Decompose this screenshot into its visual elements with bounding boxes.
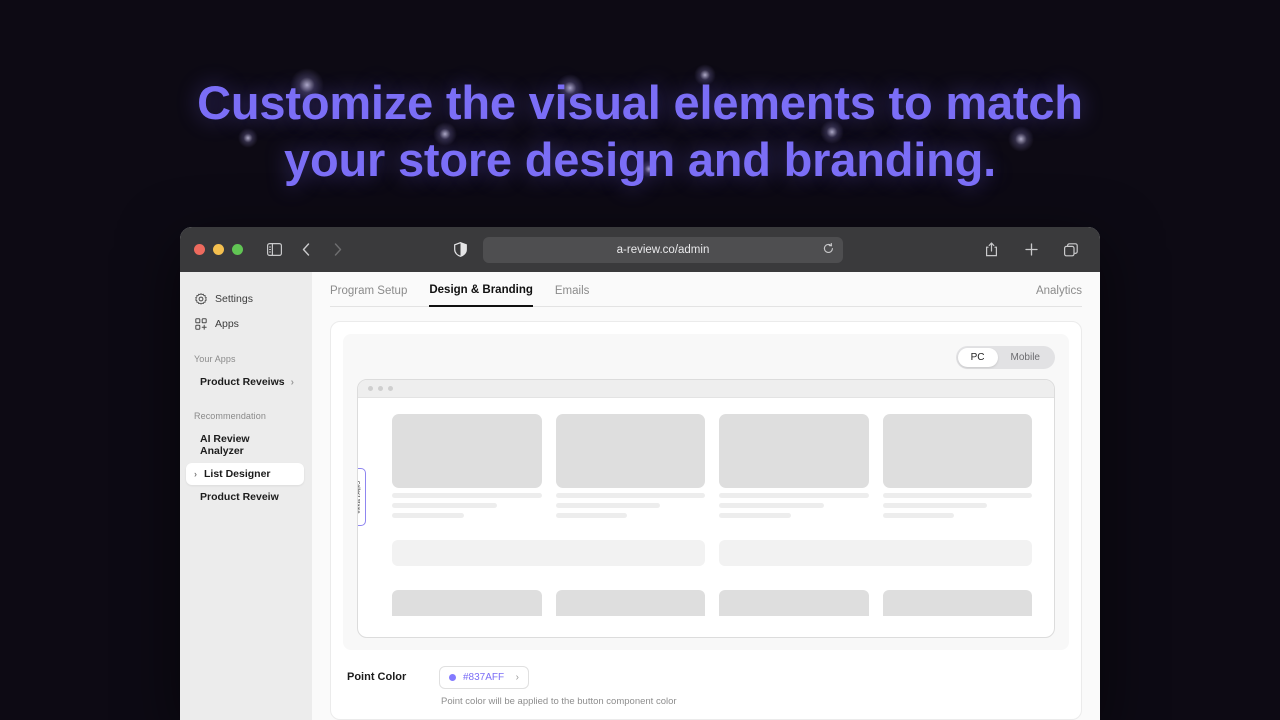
collect-stamp-tab[interactable]: Collect Stamp [357, 468, 366, 526]
shield-icon[interactable] [449, 239, 471, 261]
tab-program-setup[interactable]: Program Setup [330, 285, 407, 306]
sidebar-toggle-icon[interactable] [263, 239, 285, 261]
card-skeleton [392, 590, 542, 616]
sidebar-item-label: Product Reveiws [200, 376, 285, 388]
text-skeleton [555, 513, 628, 518]
text-skeleton [555, 493, 705, 498]
close-window-button[interactable] [194, 244, 205, 255]
sidebar-item-product-reveiw[interactable]: Product Reveiw [186, 486, 304, 508]
chevron-right-icon: › [515, 672, 519, 683]
window-controls[interactable] [194, 244, 243, 255]
plus-icon[interactable] [1020, 239, 1042, 261]
thumbnail-skeleton [719, 414, 869, 488]
point-color-value: #837AFF [463, 672, 505, 683]
text-skeleton [882, 503, 988, 508]
storefront-preview: Collect Stamp [357, 379, 1055, 638]
forward-arrow-icon[interactable] [327, 239, 349, 261]
thumbnail-skeleton [882, 414, 1032, 488]
sidebar-item-list-designer[interactable]: › List Designer [186, 463, 304, 485]
product-card-skeleton [555, 414, 705, 518]
browser-actions [980, 239, 1086, 261]
text-skeleton [719, 503, 824, 508]
sidebar-item-label: Apps [215, 317, 239, 330]
page-headline: Customize the visual elements to match y… [197, 76, 1083, 186]
color-swatch-icon [449, 674, 456, 681]
maximize-window-button[interactable] [232, 244, 243, 255]
sidebar-item-label: Settings [215, 292, 253, 305]
banner-skeleton [719, 540, 1032, 566]
preview-dot [368, 386, 373, 391]
app-sidebar: Settings Apps Your Apps Product Reveiws … [180, 272, 312, 720]
card-skeleton [882, 590, 1032, 616]
product-card-skeleton [882, 414, 1032, 518]
share-icon[interactable] [980, 239, 1002, 261]
preview-dot [388, 386, 393, 391]
collect-stamp-tab-label: Collect Stamp [357, 480, 361, 514]
app-body: Settings Apps Your Apps Product Reveiws … [180, 272, 1100, 720]
preview-titlebar [358, 380, 1054, 398]
device-toggle-pc[interactable]: PC [957, 348, 998, 367]
preview-dot [378, 386, 383, 391]
tabs-icon[interactable] [1060, 239, 1082, 261]
product-grid [392, 414, 1032, 518]
banner-row [392, 540, 1032, 566]
point-color-field: Point Color #837AFF › Point color will b… [343, 666, 1069, 707]
sidebar-item-label: AI Review Analyzer [200, 433, 250, 457]
point-color-helper-text: Point color will be applied to the butto… [441, 696, 677, 707]
sidebar-section-title: Recommendation [194, 411, 266, 421]
text-skeleton [719, 513, 791, 518]
address-bar[interactable]: a-review.co/admin [483, 236, 843, 263]
back-arrow-icon[interactable] [295, 239, 317, 261]
gear-icon [194, 292, 207, 305]
sidebar-item-product-reveiws[interactable]: Product Reveiws › [186, 371, 304, 393]
thumbnail-skeleton [555, 414, 705, 488]
text-skeleton [719, 493, 869, 498]
sidebar-section-title: Your Apps [194, 354, 236, 364]
chevron-right-icon: › [290, 376, 294, 388]
sidebar-item-label: List Designer [204, 468, 271, 480]
device-toggle[interactable]: PC Mobile [955, 346, 1055, 369]
main-content: Program Setup Design & Branding Emails A… [312, 272, 1100, 720]
tab-analytics[interactable]: Analytics [1036, 285, 1082, 306]
sidebar-item-label: Product Reveiw [200, 491, 279, 503]
card-skeleton [719, 590, 869, 616]
point-color-label: Point Color [347, 671, 407, 683]
sidebar-item-settings[interactable]: Settings [180, 286, 312, 311]
text-skeleton [555, 503, 661, 508]
text-skeleton [882, 493, 1032, 498]
tab-design-branding[interactable]: Design & Branding [429, 284, 533, 307]
bottom-row [392, 590, 1032, 616]
device-toggle-mobile[interactable]: Mobile [998, 348, 1053, 367]
chevron-right-icon: › [194, 469, 197, 479]
card-skeleton [555, 590, 705, 616]
sidebar-item-apps[interactable]: Apps [180, 311, 312, 336]
text-skeleton [392, 493, 542, 498]
minimize-window-button[interactable] [213, 244, 224, 255]
tab-emails[interactable]: Emails [555, 285, 590, 306]
browser-window: a-review.co/admin Settings Apps Your App… [180, 227, 1100, 720]
text-skeleton [882, 513, 955, 518]
reload-icon[interactable] [823, 242, 834, 257]
browser-chrome: a-review.co/admin [180, 227, 1100, 272]
banner-skeleton [392, 540, 705, 566]
point-color-picker[interactable]: #837AFF › [439, 666, 529, 689]
design-card: PC Mobile Collect Stamp Point Color #837… [330, 321, 1082, 720]
text-skeleton [392, 503, 497, 508]
url-text: a-review.co/admin [616, 243, 710, 256]
sidebar-item-ai-review-analyzer[interactable]: AI Review Analyzer [186, 428, 304, 462]
thumbnail-skeleton [392, 414, 542, 488]
point-color-body: #837AFF › Point color will be applied to… [439, 666, 677, 707]
browser-nav-group [263, 239, 349, 261]
product-card-skeleton [719, 414, 869, 518]
preview-panel: PC Mobile Collect Stamp [343, 334, 1069, 650]
text-skeleton [392, 513, 464, 518]
product-card-skeleton [392, 414, 542, 518]
tab-bar: Program Setup Design & Branding Emails A… [330, 284, 1082, 307]
preview-content [358, 398, 1054, 616]
apps-grid-icon [194, 317, 207, 330]
